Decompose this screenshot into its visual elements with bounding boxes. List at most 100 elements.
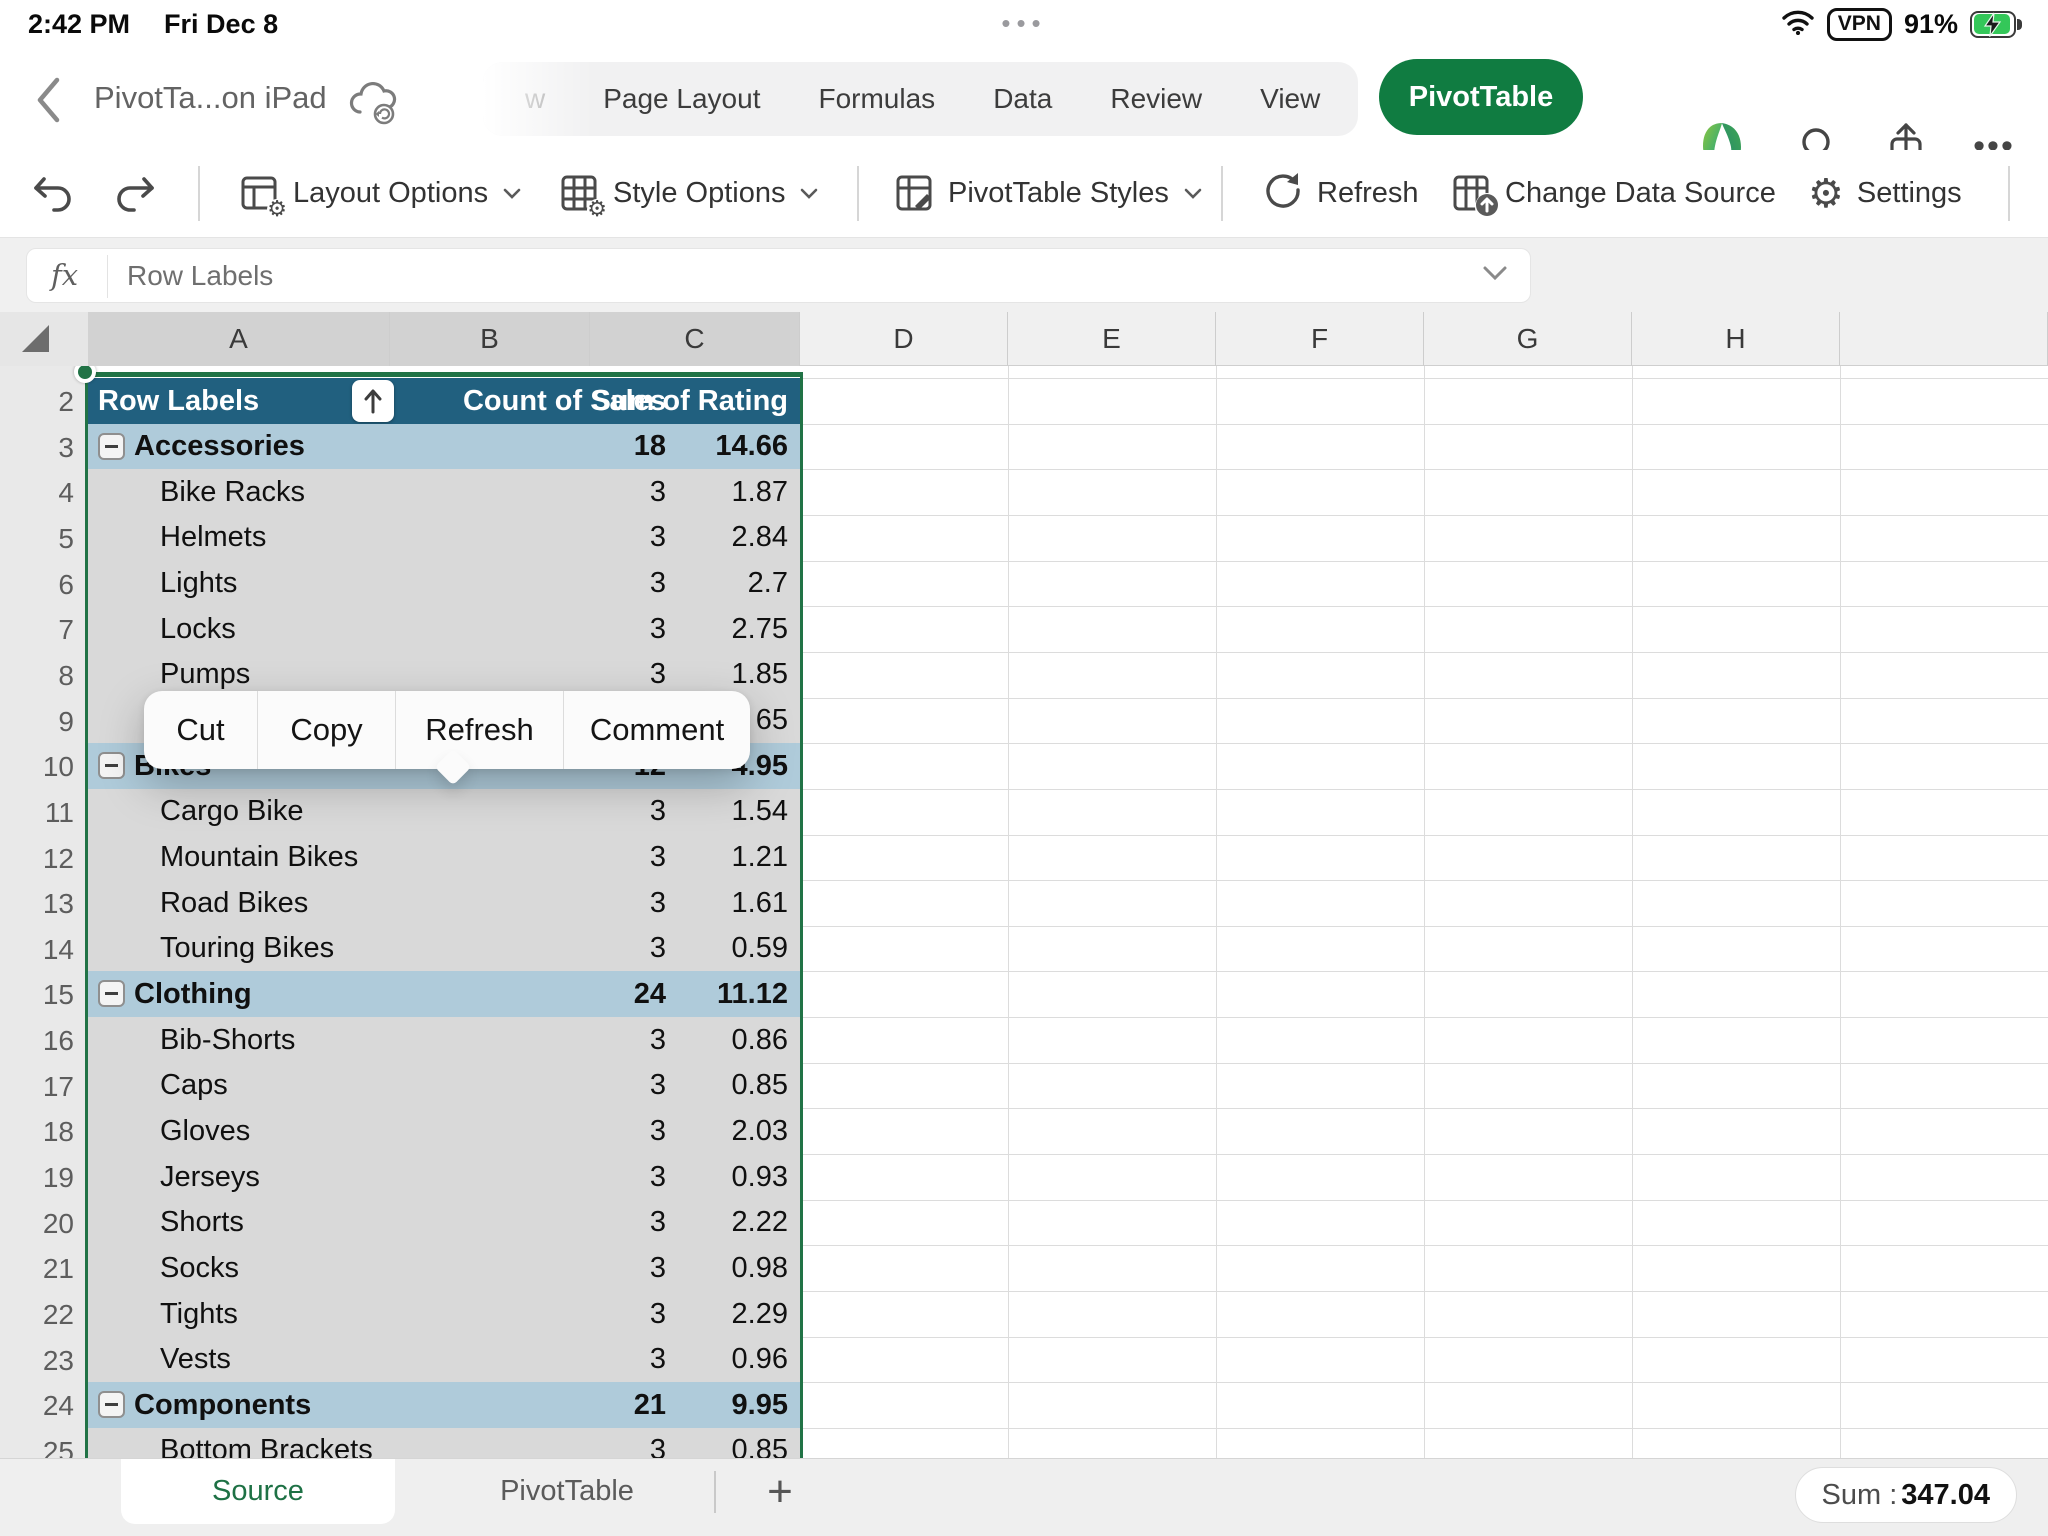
- pivot-row-helmets[interactable]: Helmets32.84: [88, 515, 800, 561]
- pivot-cell-rating[interactable]: 0.59: [590, 926, 788, 972]
- pivot-cell-label[interactable]: Mountain Bikes: [160, 835, 358, 881]
- pivot-header-sum-of-rating[interactable]: Sum of Rating: [590, 378, 788, 424]
- pivot-cell-rating[interactable]: 2.75: [590, 606, 788, 652]
- pivot-row-socks[interactable]: Socks30.98: [88, 1245, 800, 1291]
- row-number-6[interactable]: 6: [0, 569, 74, 601]
- pivot-cell-label[interactable]: Road Bikes: [160, 880, 308, 926]
- pivot-cell-rating[interactable]: 1.54: [590, 789, 788, 835]
- pivot-row-jerseys[interactable]: Jerseys30.93: [88, 1154, 800, 1200]
- ribbon-tab-formulas[interactable]: Formulas: [818, 83, 935, 115]
- pivottable-styles-button[interactable]: PivotTable Styles: [895, 150, 1202, 237]
- pivot-cell-label[interactable]: Tights: [160, 1291, 238, 1337]
- pivot-cell-label[interactable]: Bottom Brackets: [160, 1428, 373, 1458]
- pivot-cell-label[interactable]: Bike Racks: [160, 469, 305, 515]
- ribbon-tab-w[interactable]: w: [525, 83, 545, 115]
- pivot-row-lights[interactable]: Lights32.7: [88, 561, 800, 607]
- pivot-cell-rating[interactable]: 11.12: [590, 971, 788, 1017]
- ribbon-tab-page-layout[interactable]: Page Layout: [603, 83, 760, 115]
- pivot-row-caps[interactable]: Caps30.85: [88, 1063, 800, 1109]
- row-number-16[interactable]: 16: [0, 1025, 74, 1057]
- pivot-cell-label[interactable]: Socks: [160, 1245, 239, 1291]
- pivot-cell-label[interactable]: Bib-Shorts: [160, 1017, 295, 1063]
- pivot-cell-rating[interactable]: 0.85: [590, 1428, 788, 1458]
- pivot-row-gloves[interactable]: Gloves32.03: [88, 1108, 800, 1154]
- collapse-minus-icon[interactable]: [98, 980, 125, 1007]
- back-button[interactable]: [26, 74, 70, 126]
- select-all-corner[interactable]: [0, 312, 88, 366]
- collapse-minus-icon[interactable]: [98, 433, 125, 460]
- row-number-4[interactable]: 4: [0, 477, 74, 509]
- row-number-18[interactable]: 18: [0, 1116, 74, 1148]
- pivot-cell-rating[interactable]: 14.66: [590, 424, 788, 470]
- pivot-cell-label[interactable]: Clothing: [134, 971, 252, 1017]
- row-number-3[interactable]: 3: [0, 432, 74, 464]
- context-menu-cut[interactable]: Cut: [144, 691, 258, 769]
- pivot-row-clothing[interactable]: Clothing2411.12: [88, 971, 800, 1017]
- pivot-cell-label[interactable]: Lights: [160, 561, 237, 607]
- pivot-cell-rating[interactable]: 1.87: [590, 469, 788, 515]
- row-number-5[interactable]: 5: [0, 523, 74, 555]
- status-sum-badge[interactable]: Sum : 347.04: [1795, 1467, 2017, 1523]
- row-number-21[interactable]: 21: [0, 1253, 74, 1285]
- row-number-25[interactable]: 25: [0, 1436, 74, 1458]
- pivot-header-row[interactable]: Row LabelsCount of SalesSum of Rating: [88, 378, 800, 424]
- column-header-E[interactable]: E: [1008, 312, 1216, 366]
- row-number-19[interactable]: 19: [0, 1162, 74, 1194]
- context-menu-copy[interactable]: Copy: [258, 691, 396, 769]
- pivot-cell-label[interactable]: Components: [134, 1382, 311, 1428]
- pivot-cell-rating[interactable]: 2.7: [590, 561, 788, 607]
- row-number-24[interactable]: 24: [0, 1390, 74, 1422]
- row-number-10[interactable]: 10: [0, 751, 74, 783]
- formula-value[interactable]: Row Labels: [127, 260, 273, 292]
- pivot-row-bib-shorts[interactable]: Bib-Shorts30.86: [88, 1017, 800, 1063]
- row-number-23[interactable]: 23: [0, 1345, 74, 1377]
- column-header-A[interactable]: A: [88, 312, 390, 366]
- row-number-9[interactable]: 9: [0, 706, 74, 738]
- pivot-cell-label[interactable]: Cargo Bike: [160, 789, 303, 835]
- row-number-2[interactable]: 2: [0, 386, 74, 418]
- tab-pivottable-contextual[interactable]: PivotTable: [1379, 59, 1583, 135]
- pivot-row-road-bikes[interactable]: Road Bikes31.61: [88, 880, 800, 926]
- row-number-20[interactable]: 20: [0, 1208, 74, 1240]
- column-header-H[interactable]: H: [1632, 312, 1840, 366]
- pivot-row-tights[interactable]: Tights32.29: [88, 1291, 800, 1337]
- pivot-cell-label[interactable]: Jerseys: [160, 1154, 260, 1200]
- row-number-12[interactable]: 12: [0, 843, 74, 875]
- redo-button[interactable]: [112, 150, 158, 237]
- pivot-row-vests[interactable]: Vests30.96: [88, 1337, 800, 1383]
- pivot-row-bike-racks[interactable]: Bike Racks31.87: [88, 469, 800, 515]
- pivot-cell-rating[interactable]: 1.21: [590, 835, 788, 881]
- pivot-cell-rating[interactable]: 0.86: [590, 1017, 788, 1063]
- formula-expand-chevron-icon[interactable]: [1482, 265, 1508, 286]
- column-header-F[interactable]: F: [1216, 312, 1424, 366]
- ribbon-tab-data[interactable]: Data: [993, 83, 1052, 115]
- pivot-cell-rating[interactable]: 0.96: [590, 1337, 788, 1383]
- pivot-cell-rating[interactable]: 2.29: [590, 1291, 788, 1337]
- sort-filter-button[interactable]: [352, 380, 394, 422]
- ribbon-tab-review[interactable]: Review: [1110, 83, 1202, 115]
- undo-button[interactable]: [30, 150, 76, 237]
- pivot-row-cargo-bike[interactable]: Cargo Bike31.54: [88, 789, 800, 835]
- column-header-B[interactable]: B: [390, 312, 590, 366]
- context-menu-refresh[interactable]: Refresh: [396, 691, 564, 769]
- style-options-button[interactable]: ⚙ Style Options: [560, 150, 818, 237]
- add-sheet-button[interactable]: +: [748, 1459, 812, 1524]
- pivot-cell-rating[interactable]: 1.61: [590, 880, 788, 926]
- ribbon-tab-view[interactable]: View: [1260, 83, 1320, 115]
- pivot-table[interactable]: Row LabelsCount of SalesSum of RatingAcc…: [88, 378, 800, 1458]
- pivot-cell-rating[interactable]: 9.95: [590, 1382, 788, 1428]
- pivot-cell-label[interactable]: Accessories: [134, 424, 305, 470]
- column-header-D[interactable]: D: [800, 312, 1008, 366]
- row-number-8[interactable]: 8: [0, 660, 74, 692]
- change-data-source-button[interactable]: Change Data Source: [1452, 150, 1776, 237]
- collapse-minus-icon[interactable]: [98, 752, 125, 779]
- pivot-row-shorts[interactable]: Shorts32.22: [88, 1200, 800, 1246]
- row-number-22[interactable]: 22: [0, 1299, 74, 1331]
- row-number-17[interactable]: 17: [0, 1071, 74, 1103]
- pivot-cell-rating[interactable]: 2.84: [590, 515, 788, 561]
- collapse-minus-icon[interactable]: [98, 1391, 125, 1418]
- context-menu-comment[interactable]: Comment: [564, 691, 750, 769]
- sheet-tab-source[interactable]: Source: [121, 1459, 395, 1524]
- multitask-dots-icon[interactable]: •••: [0, 8, 2048, 39]
- pivot-cell-label[interactable]: Caps: [160, 1063, 228, 1109]
